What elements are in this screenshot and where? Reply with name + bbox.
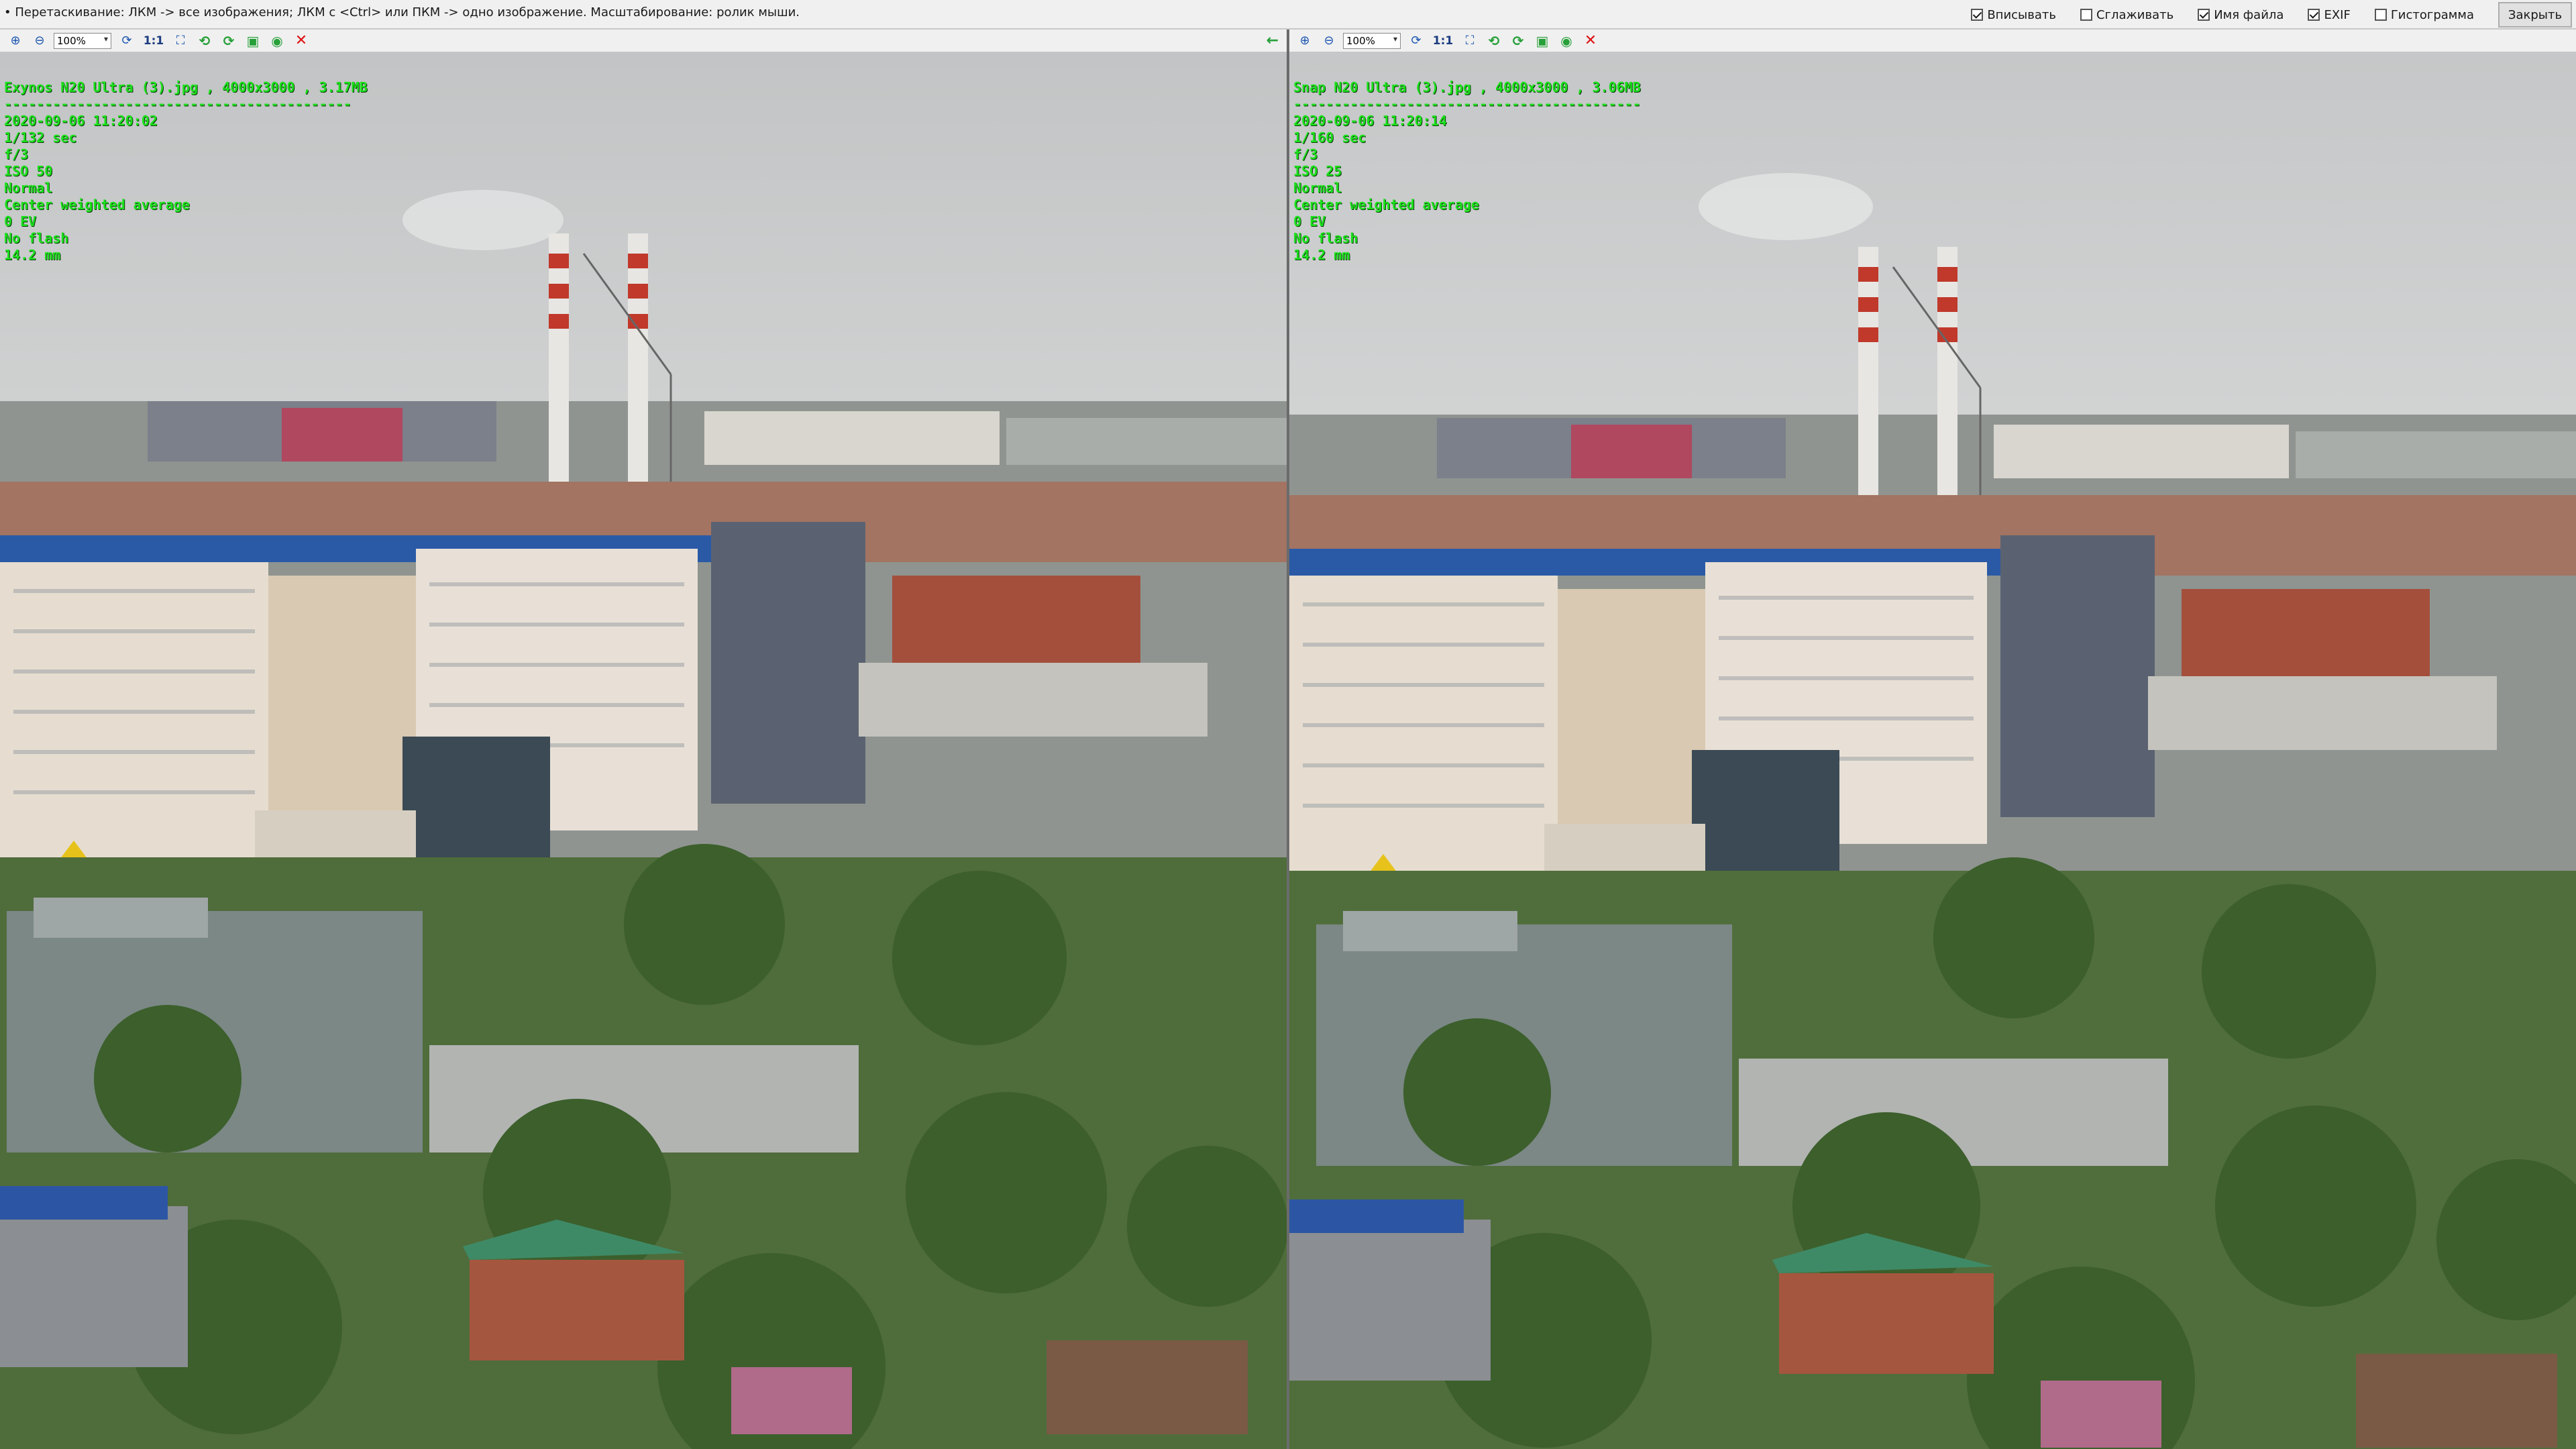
file-info: Exynos N20 Ultra (3).jpg , 4000x3000 , 3… [4,79,368,95]
option-label: Имя файла [2214,7,2284,22]
exif-datetime: 2020-09-06 11:20:14 [1293,113,1447,129]
zoom-in-icon[interactable]: ⊕ [7,32,24,50]
top-bar: • Перетаскивание: ЛКМ -> все изображения… [0,0,2576,30]
filename-checkbox[interactable] [2198,9,2210,21]
file-info: Snap N20 Ultra (3).jpg , 4000x3000 , 3.0… [1293,79,1641,95]
left-pane: ⊕ ⊖ 100% ▾ ⟳ 1:1 ⛶ ⟲ ⟳ ▣ ◉ ✕ ← Exynos N2… [0,30,1287,1449]
fullscreen-icon[interactable]: ⛶ [172,32,189,50]
zoom-out-icon[interactable]: ⊖ [31,32,48,50]
sync-arrow-icon[interactable]: ← [1267,32,1279,49]
usage-hint: • Перетаскивание: ЛКМ -> все изображения… [4,5,800,19]
smooth-checkbox[interactable] [2080,9,2092,21]
right-photo[interactable]: Snap N20 Ultra (3).jpg , 4000x3000 , 3.0… [1289,52,2576,1449]
histogram-checkbox[interactable] [2374,9,2387,21]
exif-focal: 14.2 mm [1293,247,1350,263]
exif-datetime: 2020-09-06 11:20:02 [4,113,158,129]
save-icon[interactable]: ◉ [1558,32,1575,50]
chimney [628,233,648,495]
close-icon[interactable]: ✕ [292,32,310,50]
zoom-out-icon[interactable]: ⊖ [1320,32,1338,50]
left-toolbar: ⊕ ⊖ 100% ▾ ⟳ 1:1 ⛶ ⟲ ⟳ ▣ ◉ ✕ ← [0,30,1287,52]
close-button[interactable]: Закрыть [2498,2,2572,28]
exif-aperture: f/3 [1293,146,1318,162]
option-filename[interactable]: Имя файла [2198,8,2284,22]
right-pane: ⊕ ⊖ 100% ▾ ⟳ 1:1 ⛶ ⟲ ⟳ ▣ ◉ ✕ Snap N20 Ul… [1289,30,2576,1449]
actual-size-button[interactable]: 1:1 [142,32,165,50]
zoom-select[interactable]: 100% ▾ [1343,32,1401,49]
chevron-down-icon: ▾ [1393,34,1397,44]
zoom-value: 100% [1346,34,1375,47]
option-fit[interactable]: Вписывать [1971,8,2056,22]
zoom-in-icon[interactable]: ⊕ [1296,32,1313,50]
option-smooth[interactable]: Сглаживать [2080,8,2174,22]
exif-metering: Center weighted average [1293,197,1479,213]
right-exif-overlay: Snap N20 Ultra (3).jpg , 4000x3000 , 3.0… [1293,79,1641,264]
option-histogram[interactable]: Гистограмма [2374,7,2474,22]
option-exif[interactable]: EXIF [2308,7,2351,22]
actual-size-button[interactable]: 1:1 [1432,32,1454,50]
exif-checkbox[interactable] [2308,9,2320,21]
options-bar: Вписывать Сглаживать Имя файла EXIF Гист… [1971,0,2576,30]
exif-flash: No flash [4,230,69,246]
chevron-down-icon: ▾ [103,34,108,44]
exif-metering: Center weighted average [4,197,190,213]
right-toolbar: ⊕ ⊖ 100% ▾ ⟳ 1:1 ⛶ ⟲ ⟳ ▣ ◉ ✕ [1289,30,2576,52]
exif-flash: No flash [1293,230,1358,246]
zoom-select[interactable]: 100% ▾ [54,32,111,49]
exif-ev: 0 EV [1293,213,1326,229]
close-icon[interactable]: ✕ [1582,32,1599,50]
exif-iso: ISO 50 [4,163,53,179]
exif-aperture: f/3 [4,146,29,162]
exif-mode: Normal [4,180,53,196]
option-label: Сглаживать [2096,7,2174,22]
fit-icon[interactable]: ⟳ [118,32,136,50]
fullscreen-icon[interactable]: ⛶ [1461,32,1479,50]
exif-shutter: 1/160 sec [1293,129,1366,146]
option-label: Гистограмма [2390,7,2474,22]
open-file-icon[interactable]: ▣ [1534,32,1551,50]
fit-icon[interactable]: ⟳ [1407,32,1425,50]
separator-line: ----------------------------------------… [1293,96,1641,112]
left-exif-overlay: Exynos N20 Ultra (3).jpg , 4000x3000 , 3… [4,79,368,264]
zoom-value: 100% [57,34,86,47]
rotate-right-icon[interactable]: ⟳ [220,32,237,50]
exif-focal: 14.2 mm [4,247,61,263]
save-icon[interactable]: ◉ [268,32,286,50]
exif-mode: Normal [1293,180,1342,196]
open-file-icon[interactable]: ▣ [244,32,262,50]
chimney [1858,247,1878,508]
exif-iso: ISO 25 [1293,163,1342,179]
rotate-right-icon[interactable]: ⟳ [1509,32,1527,50]
exif-ev: 0 EV [4,213,37,229]
rotate-left-icon[interactable]: ⟲ [1485,32,1503,50]
option-label: Вписывать [1987,7,2056,22]
separator-line: ----------------------------------------… [4,96,352,112]
rotate-left-icon[interactable]: ⟲ [196,32,213,50]
left-photo[interactable]: Exynos N20 Ultra (3).jpg , 4000x3000 , 3… [0,52,1287,1449]
option-label: EXIF [2324,7,2351,22]
fit-checkbox[interactable] [1971,9,1984,21]
chimney [549,233,569,495]
chimney [1937,247,1957,508]
exif-shutter: 1/132 sec [4,129,77,146]
